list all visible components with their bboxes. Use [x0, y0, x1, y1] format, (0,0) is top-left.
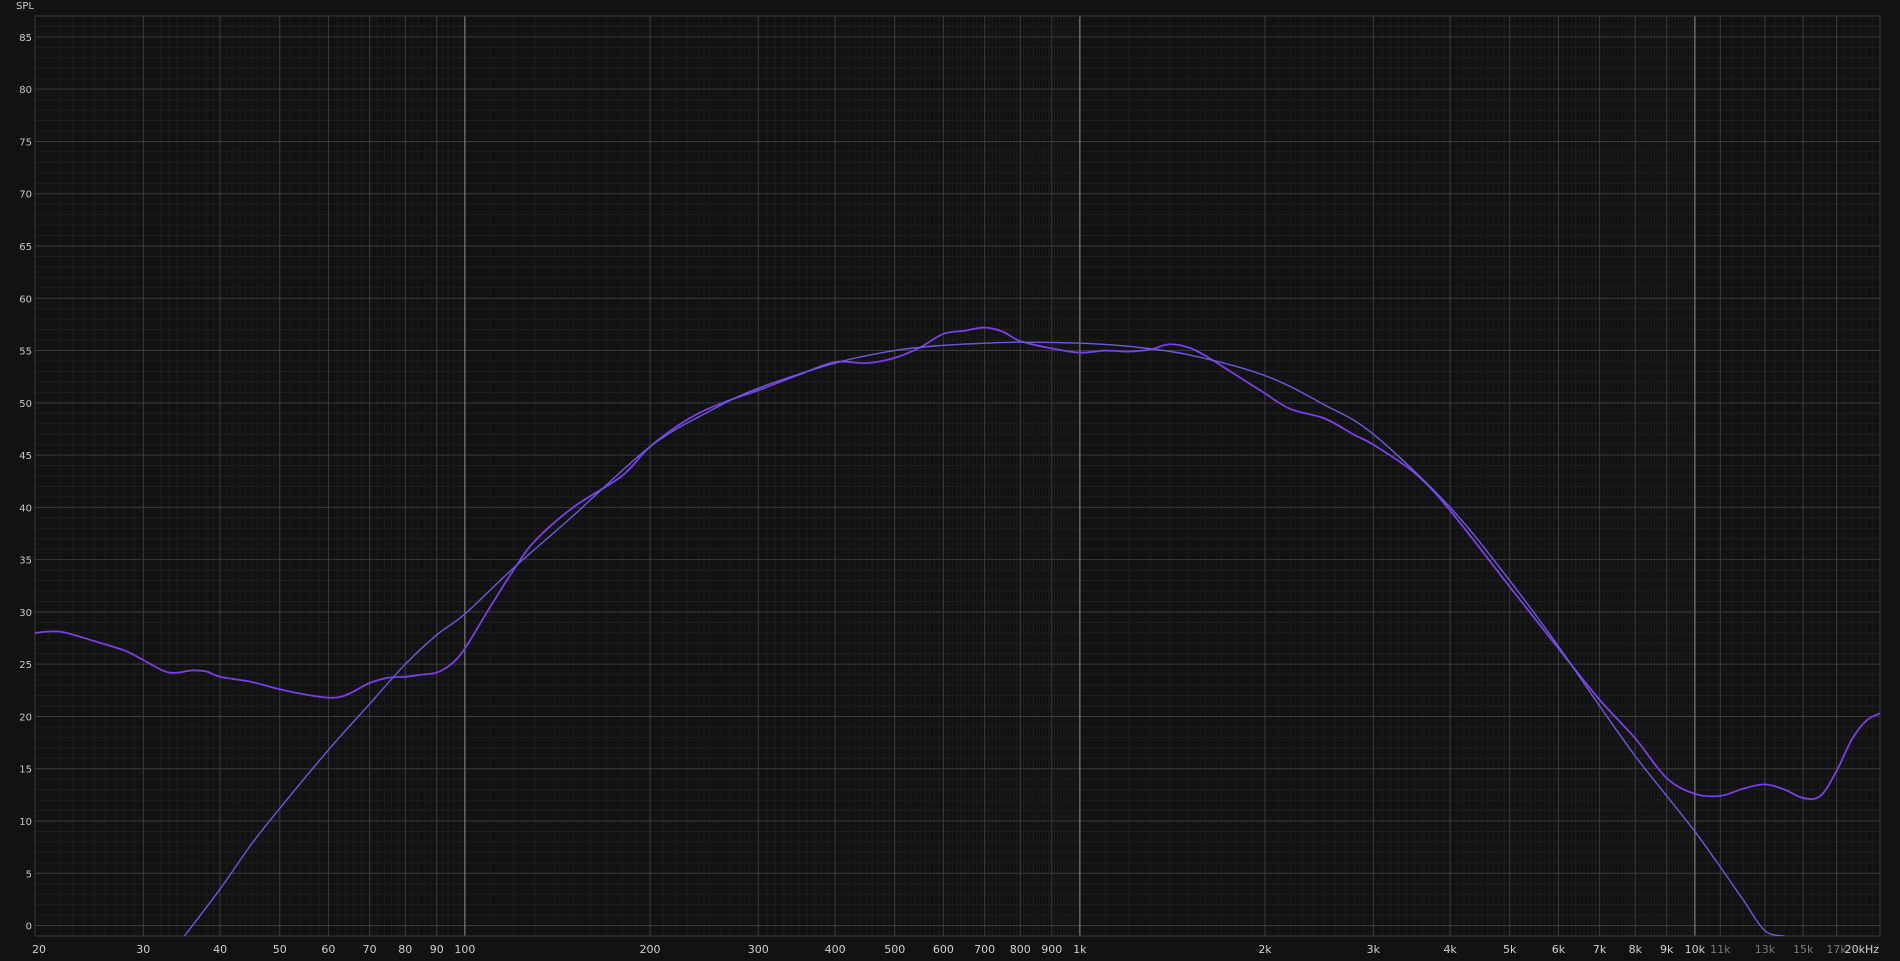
x-tick-label: 90 [430, 943, 444, 956]
x-tick-label: 2k [1258, 943, 1272, 956]
x-tick-label: 10k [1685, 943, 1706, 956]
x-tick-label: 80 [398, 943, 412, 956]
x-axis-ticks: 20 30 40 50 60 70 80 90 100 200 300 400 500 600 700 800… [32, 943, 1879, 956]
x-tick-label: 300 [748, 943, 769, 956]
y-tick-label: 0 [26, 922, 32, 933]
x-tick-label: 9k [1660, 943, 1674, 956]
x-tick-label: 40 [213, 943, 227, 956]
x-tick-label: 11k [1710, 943, 1731, 956]
y-tick-label: 45 [19, 451, 32, 462]
x-tick-label: 8k [1629, 943, 1643, 956]
x-tick-label: 30 [136, 943, 150, 956]
y-tick-label: 60 [19, 294, 32, 305]
y-tick-label: 70 [19, 190, 32, 201]
x-tick-label: 100 [454, 943, 475, 956]
x-tick-label: 4k [1443, 943, 1457, 956]
y-tick-label: 65 [19, 242, 32, 253]
x-tick-label: 7k [1593, 943, 1607, 956]
x-tick-label: 1k [1073, 943, 1087, 956]
x-tick-label: 400 [825, 943, 846, 956]
x-tick-label: 15k [1793, 943, 1814, 956]
x-tick-label: 900 [1041, 943, 1062, 956]
x-tick-label: 700 [974, 943, 995, 956]
x-tick-label: 70 [363, 943, 377, 956]
x-tick-label: 200 [640, 943, 661, 956]
y-axis-ticks: 0 5 10 15 20 25 30 35 40 45 50 55 60 65 70 75 80 85 [19, 33, 32, 933]
x-tick-label: 20 [32, 943, 46, 956]
x-tick-label: 5k [1503, 943, 1517, 956]
y-tick-label: 35 [19, 556, 32, 567]
y-tick-label: 40 [19, 503, 32, 514]
x-tick-label: 6k [1552, 943, 1566, 956]
x-tick-label: 50 [273, 943, 287, 956]
y-axis-title: SPL [16, 1, 34, 12]
x-tick-label: 600 [933, 943, 954, 956]
y-tick-label: 80 [19, 85, 32, 96]
x-tick-label: 13k [1755, 943, 1776, 956]
x-tick-label: 60 [321, 943, 335, 956]
y-tick-label: 20 [19, 712, 32, 723]
y-tick-label: 55 [19, 347, 32, 358]
x-tick-label: 3k [1367, 943, 1381, 956]
x-tick-label: 800 [1010, 943, 1031, 956]
y-tick-label: 50 [19, 399, 32, 410]
y-tick-label: 30 [19, 608, 32, 619]
x-tick-label: 500 [884, 943, 905, 956]
y-tick-label: 10 [19, 817, 32, 828]
x-tick-label: 20kHz [1845, 943, 1880, 956]
y-tick-label: 15 [19, 765, 32, 776]
y-tick-label: 25 [19, 660, 32, 671]
y-tick-label: 5 [26, 869, 32, 880]
y-tick-label: 85 [19, 33, 32, 44]
y-tick-label: 75 [19, 137, 32, 148]
spl-frequency-chart: 0 5 10 15 20 25 30 35 40 45 50 55 60 65 70 75 80 85 20 30 4… [16, 1, 1881, 956]
